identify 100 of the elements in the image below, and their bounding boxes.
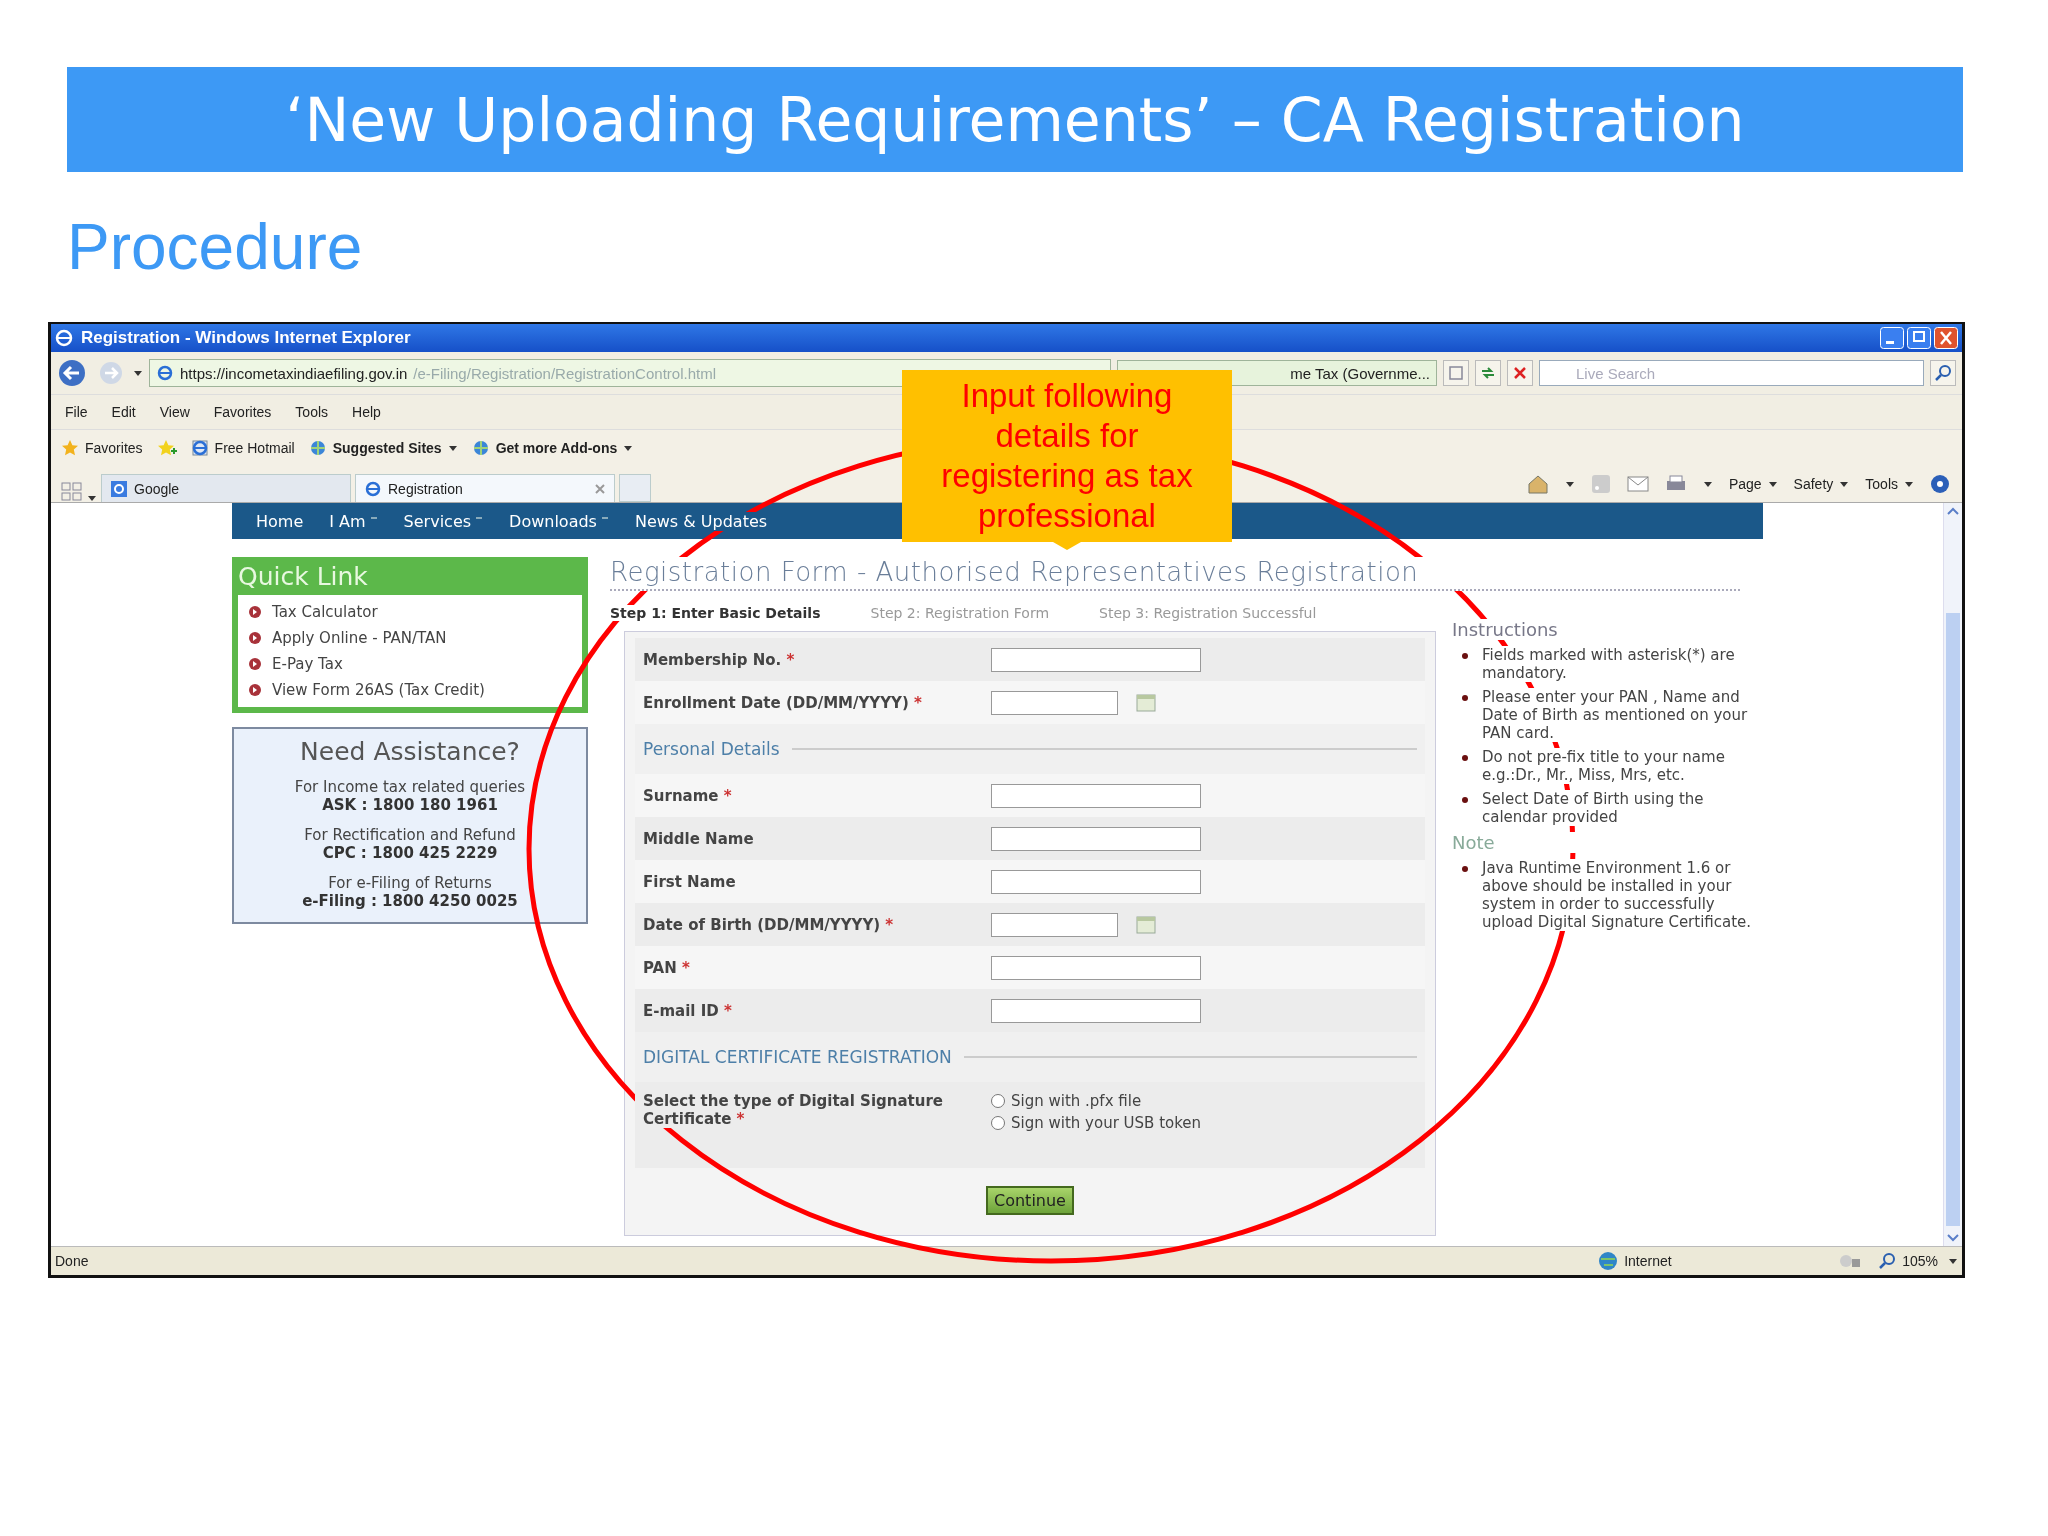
- menu-item[interactable]: View: [159, 404, 190, 420]
- add-favorite-icon[interactable]: [156, 439, 177, 457]
- menu-item[interactable]: Edit: [111, 404, 136, 420]
- scroll-down-icon: [1947, 1234, 1959, 1242]
- globe-icon: [308, 439, 327, 457]
- callout-tooltip: Input following details for registering as tax professional: [902, 370, 1232, 550]
- browser-tab[interactable]: Google: [101, 474, 351, 502]
- bullet-icon: [248, 657, 262, 671]
- input-field[interactable]: [991, 869, 1201, 894]
- menu-item[interactable]: Tools: [295, 404, 329, 420]
- step-label: Step 3: Registration Successful: [1099, 605, 1317, 621]
- favorites-item[interactable]: Free Hotmail: [190, 439, 295, 457]
- quick-link[interactable]: Apply Online - PAN/TAN: [272, 629, 447, 647]
- date-field[interactable]: [991, 690, 1118, 715]
- zoom-button[interactable]: 105%: [1878, 1252, 1938, 1270]
- scrollbar[interactable]: [1943, 503, 1962, 1246]
- caret-icon[interactable]: [1702, 480, 1713, 488]
- search-logo-icon: [110, 479, 128, 498]
- contact-number: e-Filing : 1800 4250 0025: [302, 892, 518, 910]
- input-field[interactable]: [991, 783, 1201, 808]
- contact-label: For Income tax related queries: [294, 778, 526, 796]
- help-icon[interactable]: [1930, 474, 1952, 494]
- globe-icon: [471, 439, 490, 457]
- home-icon[interactable]: [1526, 474, 1549, 494]
- bullet-icon: [248, 605, 262, 619]
- panel-title: Quick Link: [238, 560, 368, 593]
- new-tab-icon[interactable]: [619, 474, 651, 502]
- maximize-icon[interactable]: [1907, 327, 1931, 349]
- bullet-icon: [248, 631, 262, 645]
- bullet-icon: [1462, 797, 1468, 803]
- bullet-icon: [1462, 653, 1468, 659]
- caret-icon[interactable]: [1948, 1257, 1958, 1265]
- star-icon: [61, 439, 79, 457]
- nav-link[interactable]: News & Updates: [634, 511, 768, 531]
- caret-icon: [447, 444, 458, 452]
- instruction-text: Java Runtime Environment 1.6 or above should be installed in your system in order to successfully upload Digital Signature Certificate.: [1482, 859, 1752, 931]
- input-field[interactable]: [991, 647, 1201, 672]
- window-title: Registration - Windows Internet Explorer: [81, 328, 411, 348]
- caret-icon: [1839, 480, 1850, 488]
- slide-title: ‘New Uploading Requirements’ – CA Registration: [67, 67, 1963, 172]
- panel-title: Need Assistance?: [300, 737, 520, 766]
- contact-number: ASK : 1800 180 1961: [322, 796, 498, 814]
- caret-icon: [1904, 480, 1914, 488]
- input-field[interactable]: [991, 955, 1201, 980]
- command-button[interactable]: Tools: [1865, 476, 1914, 492]
- command-button[interactable]: Safety: [1793, 476, 1850, 492]
- caret-icon[interactable]: [1564, 480, 1575, 488]
- compatibility-icon[interactable]: [1443, 360, 1469, 386]
- mail-icon[interactable]: [1626, 476, 1649, 492]
- section-heading: Personal Details: [643, 739, 780, 759]
- favorites-item[interactable]: Suggested Sites: [308, 439, 458, 457]
- zoom-icon: [1878, 1252, 1897, 1270]
- search-icon[interactable]: [1930, 360, 1956, 386]
- contact-label: For e-Filing of Returns: [328, 874, 492, 892]
- scroll-up-icon: [1947, 507, 1959, 515]
- quick-link[interactable]: Tax Calculator: [272, 603, 378, 621]
- stop-icon[interactable]: [1507, 360, 1533, 386]
- bullet-icon: [248, 683, 262, 697]
- page-icon: [190, 439, 209, 457]
- page-icon: [156, 364, 174, 382]
- contact-number: CPC : 1800 425 2229: [322, 844, 498, 862]
- favorites-item[interactable]: Get more Add-ons: [471, 439, 634, 457]
- browser-logo-icon: [55, 329, 73, 347]
- radio-button[interactable]: [991, 1094, 1005, 1108]
- menu-item[interactable]: Help: [352, 404, 381, 420]
- quick-link[interactable]: View Form 26AS (Tax Credit): [272, 681, 485, 699]
- input-field[interactable]: [991, 998, 1201, 1023]
- page-icon: [364, 479, 382, 498]
- quick-link[interactable]: E-Pay Tax: [272, 655, 343, 673]
- search-field[interactable]: Live Search: [1539, 360, 1924, 386]
- option-label: Sign with .pfx file: [1011, 1092, 1142, 1110]
- option-label: Sign with your USB token: [1011, 1114, 1202, 1132]
- radio-button[interactable]: [991, 1116, 1005, 1130]
- contact-label: For Rectification and Refund: [304, 826, 516, 844]
- globe-icon: [1598, 1251, 1619, 1271]
- date-field[interactable]: [991, 912, 1118, 937]
- continue-button[interactable]: Continue: [986, 1186, 1074, 1215]
- command-button[interactable]: Page: [1728, 476, 1778, 492]
- browser-tab[interactable]: Registration: [355, 474, 615, 502]
- status-text: Done: [55, 1253, 89, 1269]
- step-label: Step 1: Enter Basic Details: [610, 605, 821, 621]
- section-heading: DIGITAL CERTIFICATE REGISTRATION: [643, 1047, 952, 1067]
- url-text: https://incometaxindiaefiling.gov.in: [180, 364, 408, 382]
- minimize-icon[interactable]: [1880, 327, 1904, 349]
- bullet-icon: [1462, 695, 1468, 701]
- caret-icon: [623, 444, 634, 452]
- input-field[interactable]: [991, 826, 1201, 851]
- slide-subtitle: Procedure: [67, 210, 363, 285]
- form-heading: Registration Form - Authorised Representatives Registration: [610, 557, 1740, 591]
- close-icon[interactable]: [594, 482, 606, 495]
- url-path-text: /e-Filing/Registration/RegistrationControl.html: [413, 364, 716, 382]
- bullet-icon: [1462, 755, 1468, 761]
- favorites-item[interactable]: Favorites: [61, 439, 143, 457]
- refresh-icon[interactable]: [1475, 360, 1501, 386]
- menu-item[interactable]: Favorites: [213, 404, 272, 420]
- menu-item[interactable]: File: [65, 404, 88, 420]
- calendar-icon[interactable]: [1136, 914, 1156, 935]
- caret-icon[interactable]: [133, 369, 143, 377]
- zone-text: Internet: [1624, 1253, 1672, 1269]
- calendar-icon[interactable]: [1136, 692, 1156, 713]
